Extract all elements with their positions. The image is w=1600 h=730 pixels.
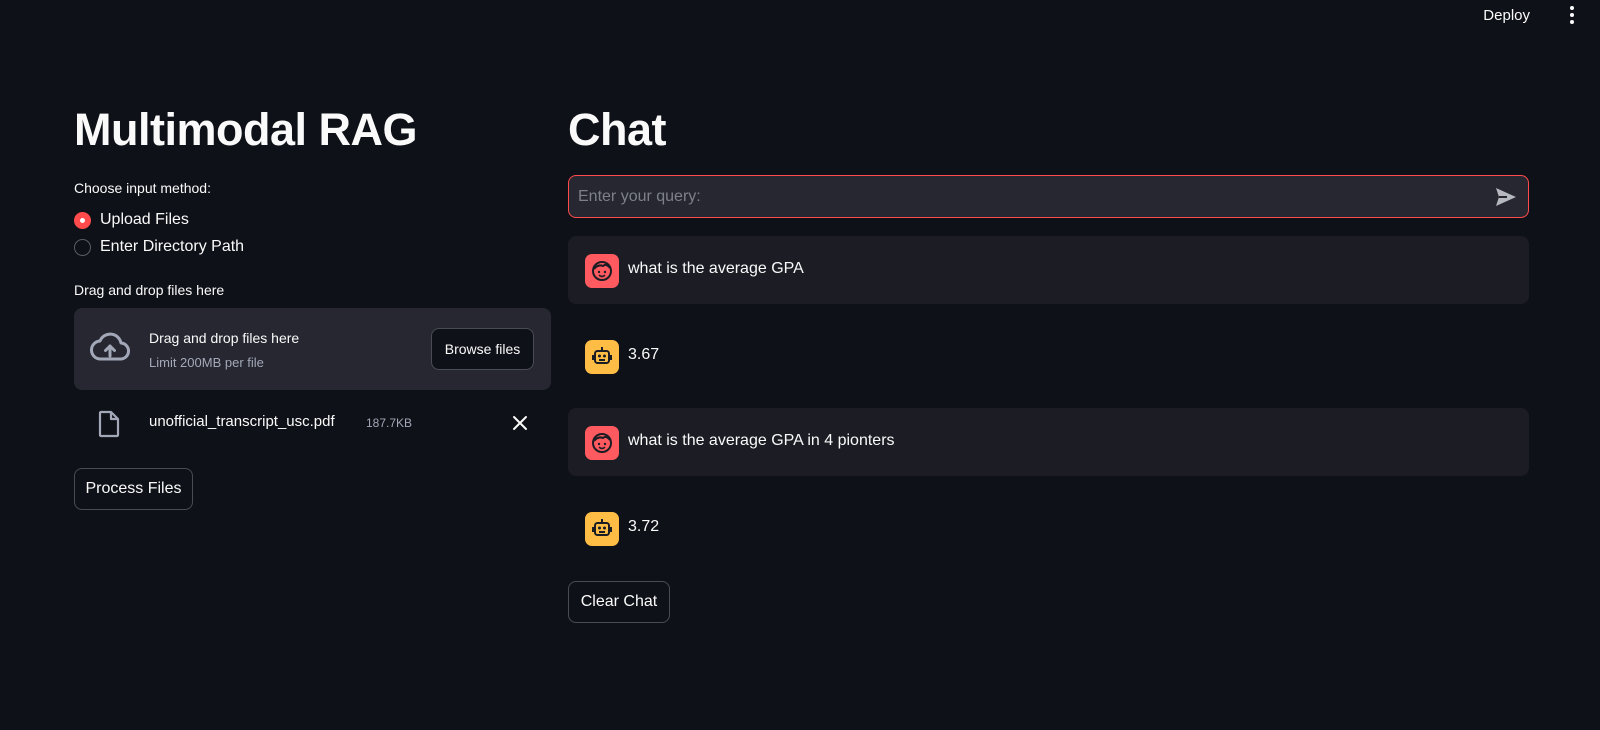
chat-message-user: what is the average GPA in 4 pionters [568, 408, 1529, 476]
input-method-label: Choose input method: [74, 180, 211, 196]
message-text: what is the average GPA in 4 pionters [628, 432, 895, 449]
dropzone-title: Drag and drop files here [149, 330, 300, 346]
robot-avatar-icon [585, 340, 619, 374]
send-icon[interactable] [1494, 186, 1518, 208]
dropzone-limit: Limit 200MB per file [149, 355, 264, 370]
uploader-label: Drag and drop files here [74, 282, 225, 298]
kebab-menu-icon[interactable] [1562, 6, 1582, 26]
chat-message-assistant: 3.67 [568, 322, 1529, 390]
file-dropzone[interactable]: Drag and drop files here Limit 200MB per… [74, 308, 551, 390]
message-text: 3.72 [628, 518, 660, 535]
user-avatar-icon [585, 254, 619, 288]
radio-checked-icon[interactable] [74, 211, 91, 229]
radio-enter-directory-path[interactable]: Enter Directory Path [74, 238, 244, 256]
file-size: 187.7KB [366, 416, 413, 430]
top-bar: Deploy [0, 0, 1600, 32]
browse-files-button[interactable]: Browse files [431, 328, 534, 370]
message-text: 3.67 [628, 346, 660, 363]
query-box [568, 175, 1529, 218]
radio-label: Upload Files [100, 211, 189, 228]
radio-label: Enter Directory Path [100, 238, 245, 255]
chat-message-assistant: 3.72 [568, 494, 1529, 562]
chat-title: Chat [568, 104, 667, 155]
query-input[interactable] [578, 176, 1458, 217]
deploy-button[interactable]: Deploy [1483, 7, 1530, 24]
process-files-button[interactable]: Process Files [74, 468, 193, 510]
clear-chat-button[interactable]: Clear Chat [568, 581, 670, 623]
cloud-upload-icon [90, 332, 130, 361]
message-text: what is the average GPA [628, 260, 804, 277]
chat-message-user: what is the average GPA [568, 236, 1529, 304]
file-name: unofficial_transcript_usc.pdf [149, 413, 335, 430]
uploaded-file-row: unofficial_transcript_usc.pdf 187.7KB [74, 404, 551, 444]
page-title: Multimodal RAG [74, 104, 417, 155]
file-icon [98, 410, 120, 438]
robot-avatar-icon [585, 512, 619, 546]
radio-upload-files[interactable]: Upload Files [74, 211, 189, 229]
close-icon[interactable] [509, 412, 531, 434]
user-avatar-icon [585, 426, 619, 460]
radio-unchecked-icon[interactable] [74, 238, 91, 256]
